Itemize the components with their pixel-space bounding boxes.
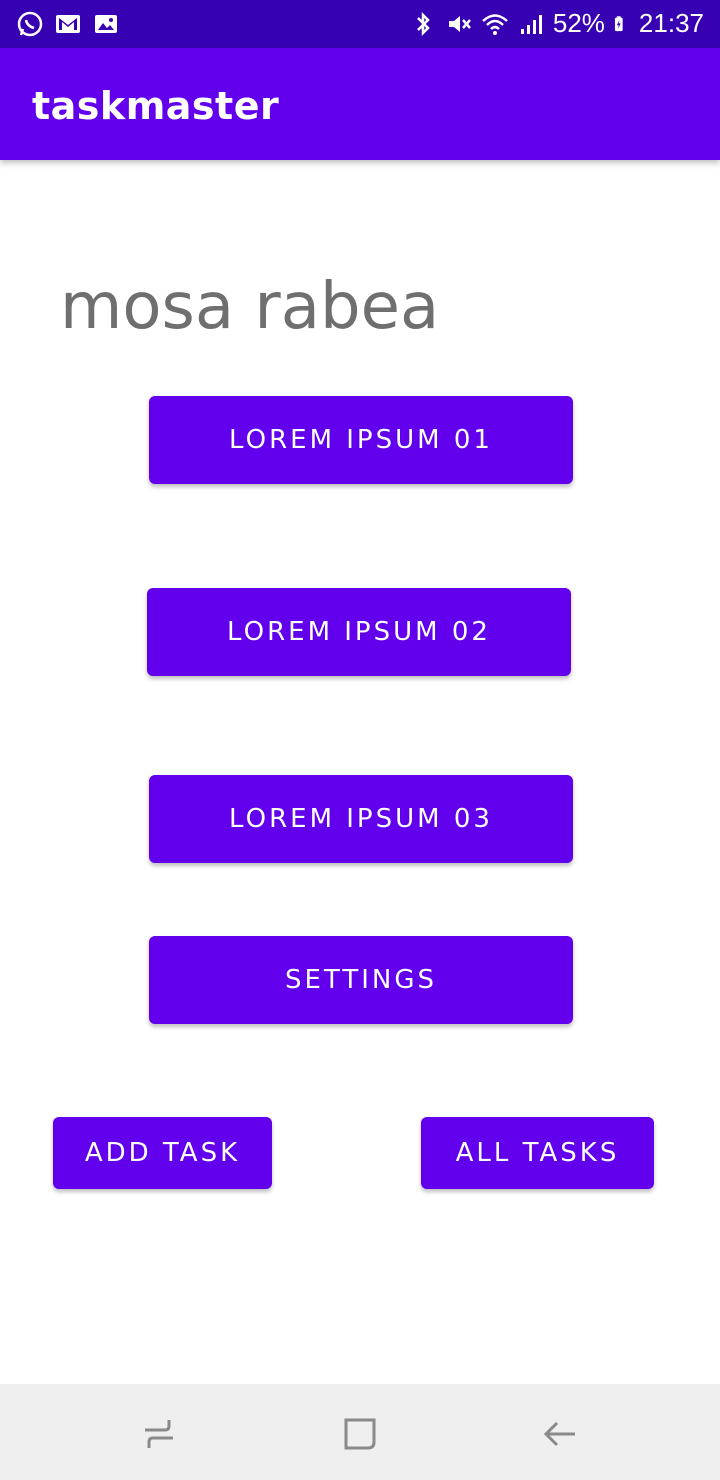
back-icon[interactable] [541,1414,581,1454]
navigation-bar [0,1384,720,1480]
battery-percentage: 52% [552,8,605,38]
recents-icon[interactable] [139,1414,179,1454]
mute-icon [448,15,471,32]
battery-icon [614,15,623,31]
all-tasks-button[interactable]: ALL TASKS [421,1117,654,1189]
settings-button[interactable]: SETTINGS [149,936,573,1024]
add-task-button[interactable]: ADD TASK [53,1117,272,1189]
app-bar: taskmaster [0,48,720,160]
lorem-ipsum-01-button[interactable]: LOREM IPSUM 01 [149,396,573,484]
lorem-ipsum-02-button[interactable]: LOREM IPSUM 02 [147,588,571,676]
status-bar: 52% 21:37 [0,0,720,48]
clock: 21:37 [638,8,704,38]
signal-icon [520,14,542,34]
app-title: taskmaster [32,84,280,128]
gmail-icon [56,15,80,33]
wifi-icon [482,13,508,35]
lorem-ipsum-03-button[interactable]: LOREM IPSUM 03 [149,775,573,863]
status-bar-left [16,10,120,38]
username-label: mosa rabea [60,270,440,344]
bluetooth-icon [416,11,430,36]
gallery-icon [95,15,117,33]
status-bar-right: 52% 21:37 [409,8,704,39]
home-icon[interactable] [340,1414,380,1454]
whatsapp-icon [17,11,43,37]
